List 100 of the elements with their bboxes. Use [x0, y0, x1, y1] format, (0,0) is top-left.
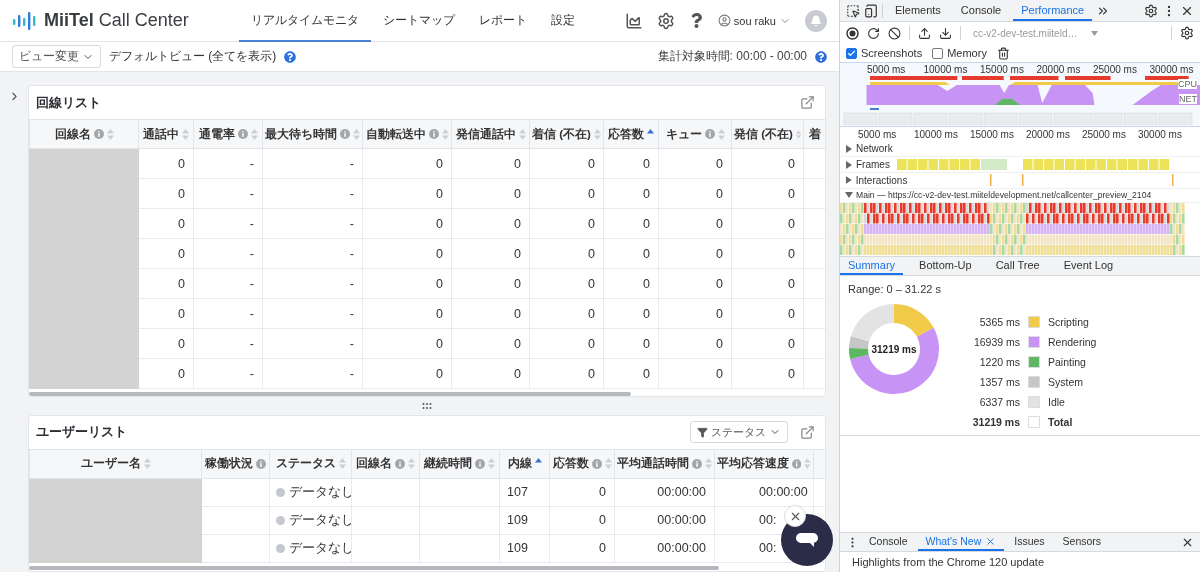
table-cell: 0 [529, 268, 604, 299]
resize-handle-icon[interactable] [422, 403, 432, 409]
table-cell: 0 [451, 298, 530, 329]
table-cell: 00:00:00 [614, 506, 715, 535]
bell-icon [810, 14, 822, 27]
help-icon[interactable] [815, 50, 827, 63]
external-link-icon[interactable] [800, 95, 815, 110]
user-icon [717, 14, 731, 27]
inspect-icon[interactable] [846, 3, 860, 18]
column-label: 継続時間 [424, 456, 472, 472]
table-cell: 0 [603, 358, 659, 389]
table-cell: 0 [529, 238, 604, 269]
record-icon[interactable] [846, 26, 859, 40]
table-cell: 0 [451, 328, 530, 359]
devtools-tab[interactable]: Console [952, 0, 1010, 21]
nav-tab[interactable]: シートマップ [370, 0, 467, 42]
table-cell: - [193, 208, 263, 239]
settings-icon[interactable] [1144, 3, 1158, 18]
table-cell: 0 [362, 268, 452, 299]
table-cell: 0 [731, 148, 804, 179]
column-label: 通電率 [198, 126, 235, 142]
summary-tab[interactable]: Bottom-Up [911, 257, 980, 275]
scrollbar-thumb[interactable] [29, 565, 719, 570]
table-cell: 0 [658, 328, 732, 359]
table-cell: 0 [451, 238, 530, 269]
table-cell: - [193, 148, 263, 179]
expander-icon[interactable] [845, 176, 853, 185]
checkbox-label[interactable]: Memory [932, 47, 987, 59]
table-cell: 0 [138, 148, 194, 179]
drawer-tab[interactable]: Issues [1006, 533, 1053, 551]
legend-value: 16939 ms [972, 336, 1020, 348]
device-toolbar-icon[interactable] [864, 3, 878, 18]
settings-icon[interactable] [656, 11, 675, 30]
upload-icon[interactable] [918, 26, 931, 40]
expander-icon[interactable] [845, 160, 853, 169]
column-label: 平均通話時間 [617, 456, 689, 472]
user-menu[interactable]: sou raku [717, 14, 791, 27]
table-cell: - [193, 358, 263, 389]
table-cell: 0 [658, 268, 732, 299]
range-label: Range: 0 – 31.22 s [848, 283, 942, 295]
trash-icon[interactable] [996, 46, 1010, 60]
nav-tab[interactable]: リアルタイムモニタ [238, 0, 371, 42]
view-change-button[interactable]: ビュー変更 [12, 45, 101, 68]
table-cell: 0 [731, 298, 804, 329]
table-cell: 0 [362, 148, 452, 179]
tick-label: 30000 ms [1149, 64, 1194, 75]
legend-label: Painting [1048, 356, 1087, 368]
table-cell: - [262, 148, 363, 179]
table-cell: 0 [138, 328, 194, 359]
table-cell: 00:00:00 [714, 478, 814, 507]
tick-label: 20000 ms [1026, 129, 1070, 140]
settings-icon[interactable] [1180, 26, 1194, 40]
nav-tab[interactable]: 設定 [538, 0, 587, 42]
table-cell: - [262, 178, 363, 209]
tick-label: 5000 ms [867, 64, 906, 75]
table-cell: 0 [529, 208, 604, 239]
download-icon[interactable] [939, 26, 952, 40]
table-cell: 109 [499, 534, 550, 563]
drawer-tab[interactable]: What's New [917, 533, 1005, 551]
summary-tab[interactable]: Call Tree [987, 257, 1048, 275]
reload-icon[interactable] [867, 26, 880, 40]
checkbox-label[interactable]: Screenshots [846, 47, 923, 59]
table-cell: - [193, 298, 263, 329]
table-cell: - [193, 238, 263, 269]
chart-icon[interactable] [624, 11, 643, 30]
expander-icon[interactable] [845, 191, 853, 200]
tick-label: 5000 ms [858, 129, 897, 140]
track-label: Frames [856, 159, 890, 171]
help-icon[interactable] [284, 50, 297, 63]
table-cell: 0 [658, 148, 732, 179]
checkbox[interactable] [846, 47, 857, 59]
column-label: ユーザー名 [80, 456, 141, 472]
scrollbar-thumb[interactable] [29, 392, 631, 396]
table-cell: - [262, 328, 363, 359]
summary-tab[interactable]: Summary [840, 257, 904, 275]
column-label: 最大待ち時間 [265, 126, 337, 142]
drawer-tab[interactable]: Sensors [1054, 533, 1110, 551]
table-cell: - [262, 208, 363, 239]
track-label: Interactions [855, 174, 908, 186]
table-cell: - [262, 298, 363, 329]
column-label: 着信 (不在) [532, 126, 591, 142]
drawer-message: Highlights from the Chrome 120 update [851, 555, 1045, 570]
view-name: デフォルトビュー (全てを表示) [109, 48, 277, 65]
legend-label: System [1048, 376, 1084, 388]
status-dot [276, 515, 285, 525]
devtools-tab[interactable]: Elements [887, 0, 949, 21]
drawer-tab[interactable]: Console [861, 533, 916, 551]
clear-icon[interactable] [888, 26, 901, 40]
table-cell: 0 [362, 298, 452, 329]
nav-tab[interactable]: レポート [466, 0, 539, 42]
status-filter-button[interactable]: ステータス [690, 421, 788, 444]
status-dot [276, 487, 285, 497]
summary-tab[interactable]: Event Log [1055, 257, 1122, 275]
external-link-icon[interactable] [800, 424, 815, 440]
checkbox[interactable] [932, 47, 944, 59]
table-cell: 0 [529, 178, 604, 209]
expander-icon[interactable] [845, 144, 853, 153]
column-label: 平均応答速度 [717, 456, 789, 472]
column-label: 通話中 [143, 126, 179, 142]
track-label: Network [856, 143, 893, 155]
